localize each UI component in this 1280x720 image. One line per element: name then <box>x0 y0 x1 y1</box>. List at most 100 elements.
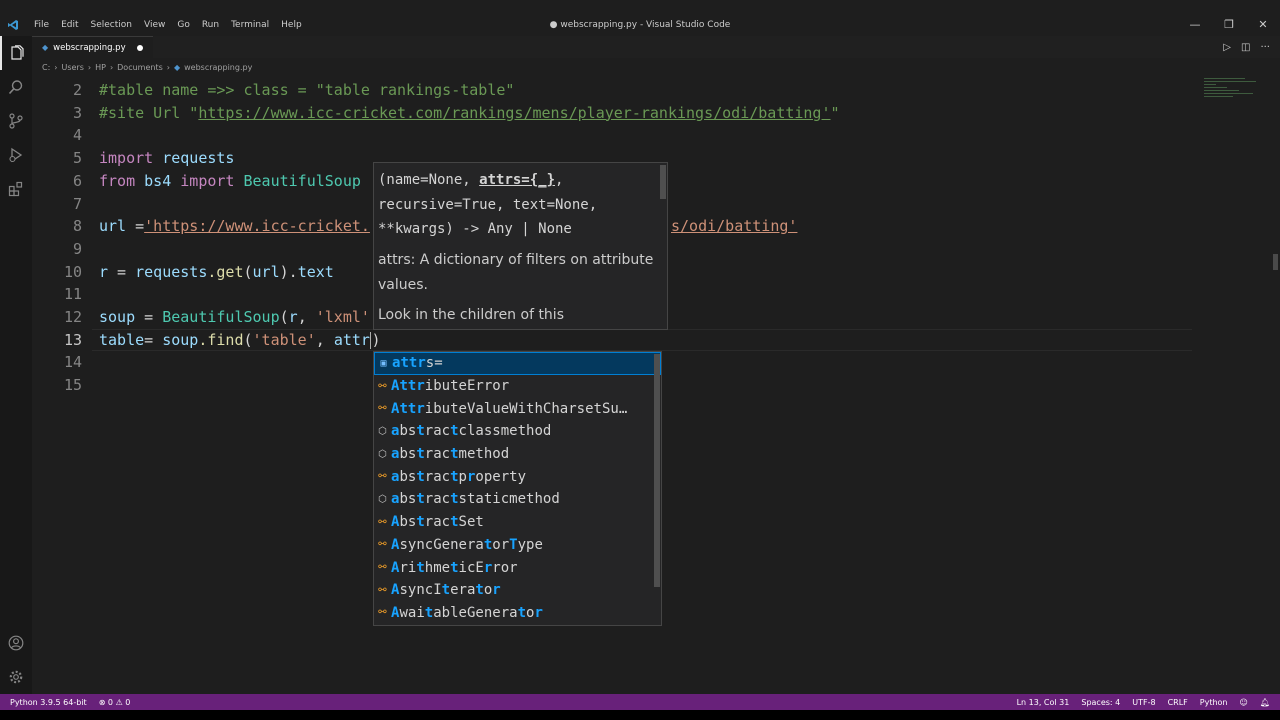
suggestion-label: abstractproperty <box>391 468 526 485</box>
line-number: 9 <box>72 239 82 258</box>
menu-edit[interactable]: Edit <box>55 20 84 30</box>
tab-webscrapping[interactable]: ◆ webscrapping.py <box>32 36 153 58</box>
line-number: 5 <box>72 149 82 168</box>
explorer-icon[interactable] <box>0 36 32 70</box>
line-number: 7 <box>72 194 82 213</box>
menu-selection[interactable]: Selection <box>85 20 138 30</box>
suggestion-item[interactable]: ⚯ ArithmeticError <box>374 556 661 579</box>
code-line-12: soup = BeautifulSoup(r, 'lxml' <box>99 306 370 329</box>
menu-go[interactable]: Go <box>171 20 195 30</box>
line-number: 11 <box>63 285 82 304</box>
paren: ). <box>279 262 298 281</box>
indentation[interactable]: Spaces: 4 <box>1081 698 1120 707</box>
module-name: requests <box>135 262 208 281</box>
file-encoding[interactable]: UTF-8 <box>1132 698 1155 707</box>
suggestion-item[interactable]: ⚯ AwaitableGenerator <box>374 602 661 625</box>
suggestion-item[interactable]: ⚯ AttributeError <box>374 375 661 398</box>
menu-file[interactable]: File <box>28 20 55 30</box>
class-icon: ⚯ <box>378 471 387 483</box>
notifications-bell-icon[interactable]: 🔔︎ <box>1260 698 1270 707</box>
comma: , <box>315 330 334 349</box>
account-icon[interactable] <box>0 626 32 660</box>
argument: url <box>252 262 280 281</box>
operator: = <box>135 308 163 326</box>
paren: ( <box>243 330 253 349</box>
more-actions-icon[interactable]: ··· <box>1260 42 1270 53</box>
suggestion-item[interactable]: ⚯ AsyncIterator <box>374 579 661 602</box>
suggestion-item[interactable]: ⬡ abstractmethod <box>374 443 661 466</box>
keyword: import <box>180 171 235 190</box>
breadcrumb-file[interactable]: webscrapping.py <box>184 63 252 72</box>
menu-run[interactable]: Run <box>196 20 225 30</box>
vertical-scrollbar[interactable] <box>1273 254 1278 270</box>
python-interpreter[interactable]: Python 3.9.5 64-bit <box>10 698 87 707</box>
menu-help[interactable]: Help <box>275 20 308 30</box>
run-debug-icon[interactable] <box>0 138 32 172</box>
menu-terminal[interactable]: Terminal <box>225 20 275 30</box>
breadcrumb: C: › Users › HP › Documents › ◆ webscrapping… <box>32 58 1280 76</box>
string-literal: 'lxml' <box>315 308 370 326</box>
code-line-8: url ='https://www.icc-cricket. s/odi/batt… <box>99 215 797 238</box>
extensions-icon[interactable] <box>0 172 32 206</box>
breadcrumb-documents[interactable]: Documents <box>117 63 163 72</box>
line-ending[interactable]: CRLF <box>1168 698 1188 707</box>
string-literal: 'table' <box>252 330 316 349</box>
suggestion-item[interactable]: ▣ attrs= <box>374 352 661 375</box>
module-name: requests <box>153 149 235 168</box>
suggestion-label: ArithmeticError <box>391 559 518 576</box>
class-name: BeautifulSoup <box>234 171 361 190</box>
run-python-file-icon[interactable]: ▷ <box>1223 42 1231 53</box>
variable-icon: ▣ <box>380 357 387 369</box>
split-editor-icon[interactable]: ◫ <box>1241 42 1250 53</box>
class-icon: ⚯ <box>378 607 387 619</box>
cursor-position[interactable]: Ln 13, Col 31 <box>1017 698 1070 707</box>
comment-text: " <box>830 103 840 122</box>
close-button[interactable]: ✕ <box>1246 14 1280 36</box>
minimize-button[interactable]: — <box>1178 14 1212 36</box>
feedback-icon[interactable]: ☺ <box>1240 698 1248 707</box>
line-number: 15 <box>63 376 82 395</box>
breadcrumb-drive[interactable]: C: <box>42 63 50 72</box>
problems-indicator[interactable]: ⊗ 0 ⚠ 0 <box>99 698 131 707</box>
paren: ( <box>243 262 253 281</box>
paren: ) <box>371 330 381 349</box>
function-doc: Look in the children of this <box>378 306 564 323</box>
search-icon[interactable] <box>0 70 32 104</box>
activity-bar <box>0 36 32 694</box>
suggestion-item[interactable]: ⚯ AttributeValueWithCharsetSu… <box>374 397 661 420</box>
suggestion-item[interactable]: ⚯ abstractproperty <box>374 465 661 488</box>
line-number: 14 <box>63 353 82 372</box>
code-line-6: from bs4 import BeautifulSoup <box>99 170 361 193</box>
popup-scrollbar[interactable] <box>660 165 666 199</box>
variable: url <box>99 217 127 236</box>
code-line-2: #table name =>> class = "table rankings-… <box>99 81 515 99</box>
line-number: 2 <box>72 81 82 99</box>
suggestion-item[interactable]: ⚯ AbstractSet <box>374 511 661 534</box>
language-mode[interactable]: Python <box>1200 698 1228 707</box>
active-parameter: attrs={_} <box>479 172 556 188</box>
keyword: from <box>99 171 136 190</box>
suggestion-item[interactable]: ⬡ abstractstaticmethod <box>374 488 661 511</box>
suggestion-item[interactable]: ⬡ abstractclassmethod <box>374 420 661 443</box>
code-line-13: table= soup.find('table', attr) <box>99 329 380 352</box>
tab-label: webscrapping.py <box>53 42 126 53</box>
maximize-button[interactable]: ❐ <box>1212 14 1246 36</box>
editor-tabs: ◆ webscrapping.py ▷ ◫ ··· <box>32 36 1280 58</box>
suggestion-item[interactable]: ⚯ AsyncGeneratorType <box>374 534 661 557</box>
suggestion-label: AttributeValueWithCharsetSu… <box>391 400 628 417</box>
url-link[interactable]: https://www.icc-cricket.com/rankings/men… <box>198 104 830 122</box>
settings-gear-icon[interactable] <box>0 660 32 694</box>
suggestion-label: AbstractSet <box>391 514 484 531</box>
unsaved-dot-icon[interactable] <box>136 44 143 51</box>
breadcrumb-users[interactable]: Users <box>61 63 83 72</box>
minimap[interactable] <box>1204 76 1262 106</box>
suggestion-label: abstractclassmethod <box>391 423 552 440</box>
source-control-icon[interactable] <box>0 104 32 138</box>
module-icon: ⬡ <box>378 425 387 437</box>
line-number: 10 <box>63 262 82 281</box>
signature-param: , <box>555 172 564 188</box>
menu-view[interactable]: View <box>138 20 171 30</box>
breadcrumb-hp[interactable]: HP <box>95 63 106 72</box>
suggestion-scrollbar[interactable] <box>654 354 660 587</box>
comment-text: #site Url " <box>99 103 199 122</box>
